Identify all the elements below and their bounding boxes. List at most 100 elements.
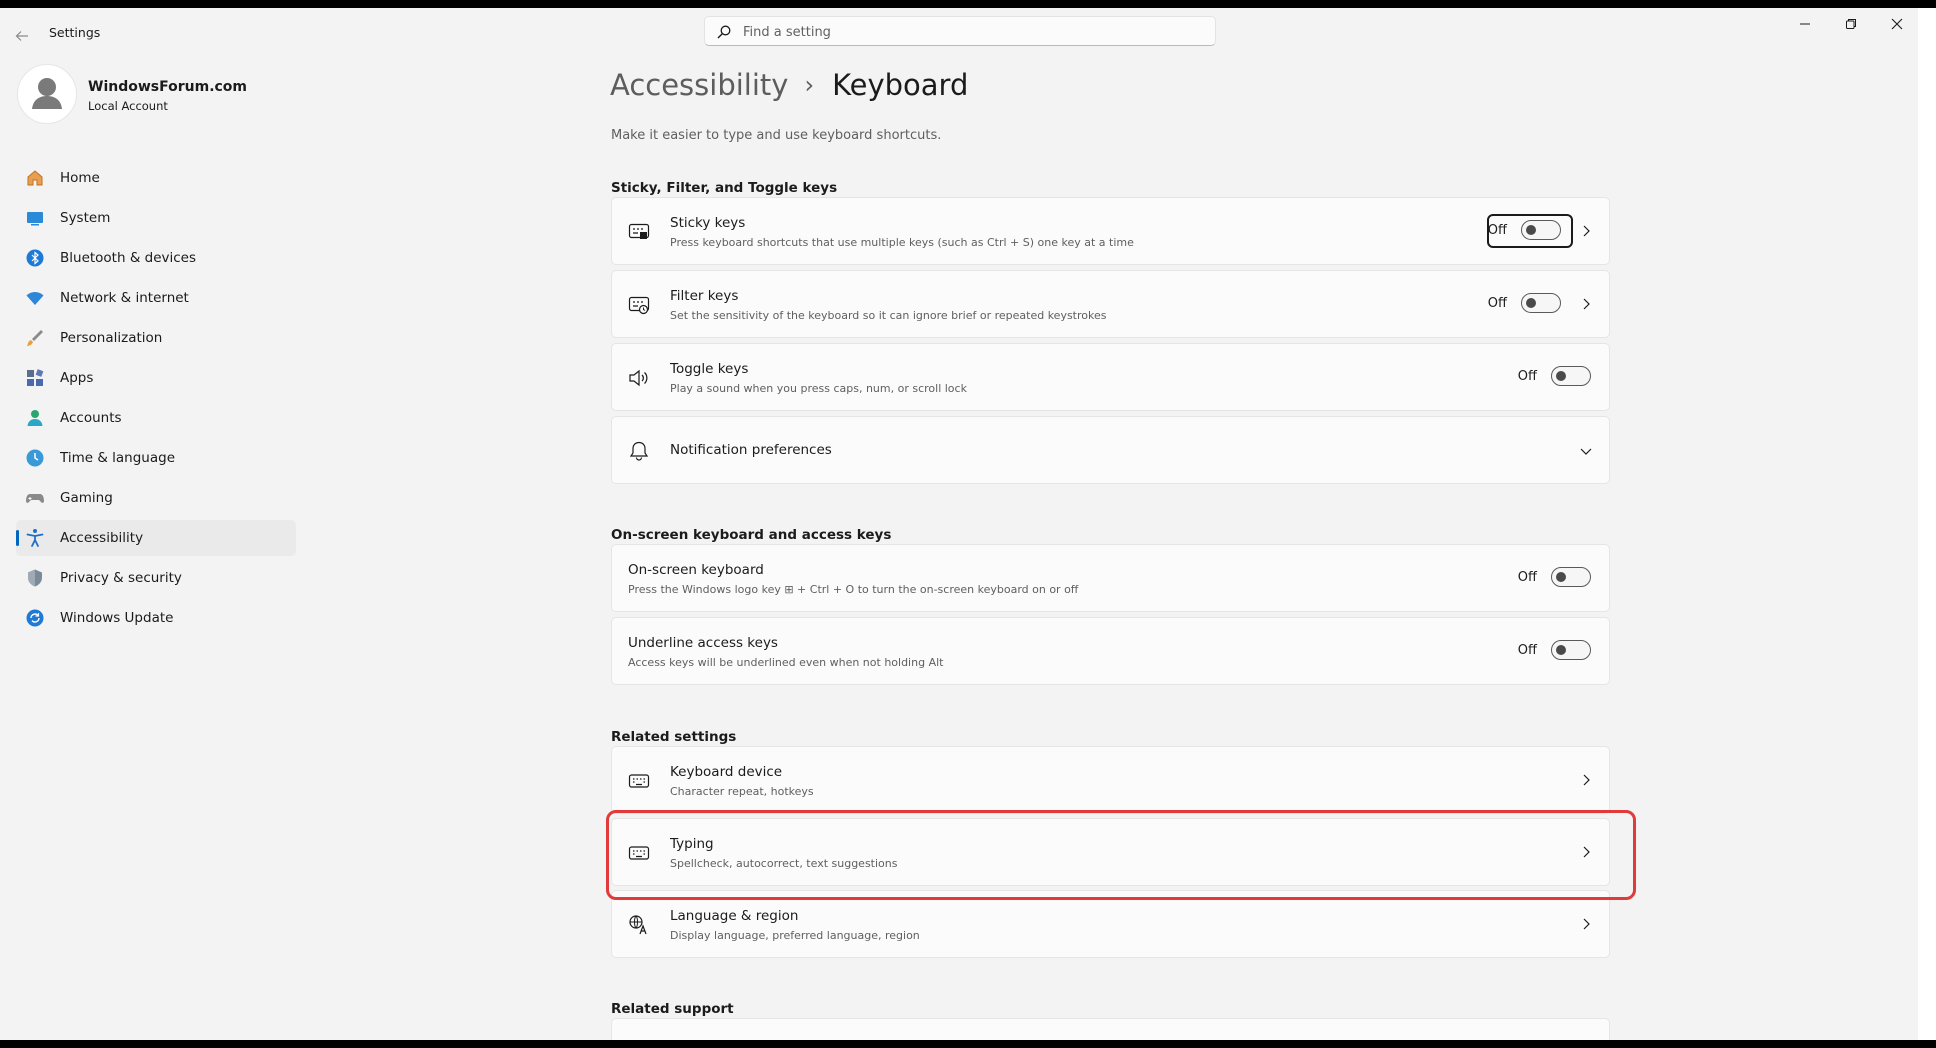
language-icon	[628, 914, 650, 936]
filter-keys-toggle-group: Off	[1488, 293, 1561, 313]
sidebar-item-network[interactable]: Network & internet	[16, 280, 296, 316]
chevron-right-icon[interactable]	[1579, 224, 1593, 238]
keyboard-device-description: Character repeat, hotkeys	[670, 785, 814, 798]
notification-preferences-row[interactable]: Notification preferences	[611, 416, 1610, 484]
underline-access-keys-toggle-state: Off	[1517, 642, 1537, 658]
section-heading-sticky: Sticky, Filter, and Toggle keys	[611, 180, 838, 196]
shield-icon	[25, 568, 45, 588]
section-heading-support: Related support	[611, 1001, 734, 1017]
underline-access-keys-description: Access keys will be underlined even when…	[628, 656, 944, 669]
avatar[interactable]	[17, 64, 77, 124]
filter-keys-toggle-state: Off	[1487, 295, 1507, 311]
account-name: WindowsForum.com	[88, 79, 248, 95]
sidebar-item-home[interactable]: Home	[16, 160, 296, 196]
apps-icon	[25, 368, 45, 388]
on-screen-keyboard-description: Press the Windows logo key ⊞ + Ctrl + O …	[628, 583, 1079, 596]
sidebar-item-gaming[interactable]: Gaming	[16, 480, 296, 516]
keyboard-icon	[628, 770, 650, 792]
section-heading-related: Related settings	[611, 729, 737, 745]
language-region-title: Language & region	[670, 908, 799, 924]
on-screen-keyboard-row[interactable]: On-screen keyboard Press the Windows log…	[611, 544, 1610, 612]
toggle-keys-toggle-state: Off	[1517, 368, 1537, 384]
notification-preferences-title: Notification preferences	[670, 442, 832, 458]
toggle-keys-title: Toggle keys	[670, 361, 749, 377]
typing-highlight-annotation	[606, 810, 1636, 900]
accessibility-icon	[25, 528, 45, 548]
on-screen-keyboard-toggle[interactable]	[1551, 567, 1591, 587]
sidebar-item-personalization[interactable]: Personalization	[16, 320, 296, 356]
sticky-keys-row[interactable]: Sticky keys Press keyboard shortcuts tha…	[611, 197, 1610, 265]
language-region-description: Display language, preferred language, re…	[670, 929, 920, 942]
breadcrumb: Accessibility › Keyboard	[610, 68, 968, 102]
minimize-button[interactable]	[1782, 8, 1828, 40]
related-support-card[interactable]	[611, 1018, 1610, 1040]
sidebar-item-time-language[interactable]: Time & language	[16, 440, 296, 476]
search-input[interactable]	[741, 21, 1205, 43]
minimize-icon	[1800, 23, 1810, 25]
search-icon	[717, 25, 731, 39]
toggle-keys-toggle[interactable]	[1551, 366, 1591, 386]
user-icon	[32, 78, 62, 109]
close-button[interactable]	[1874, 8, 1920, 40]
chevron-right-icon[interactable]	[1579, 773, 1593, 787]
filter-keys-description: Set the sensitivity of the keyboard so i…	[670, 309, 1107, 322]
close-icon	[1891, 18, 1903, 30]
filter-keys-title: Filter keys	[670, 288, 739, 304]
underline-access-keys-row[interactable]: Underline access keys Access keys will b…	[611, 617, 1610, 685]
bluetooth-icon	[25, 248, 45, 268]
sidebar-item-windows-update[interactable]: Windows Update	[16, 600, 296, 636]
sidebar-item-bluetooth[interactable]: Bluetooth & devices	[16, 240, 296, 276]
keyboard-device-row[interactable]: Keyboard device Character repeat, hotkey…	[611, 746, 1610, 814]
sidebar-item-accessibility[interactable]: Accessibility	[16, 520, 296, 556]
settings-window: Settings WindowsForum.com Local Account …	[0, 8, 1936, 1040]
chevron-right-icon: ›	[804, 71, 815, 99]
underline-access-keys-toggle-group: Off	[1518, 640, 1591, 660]
on-screen-keyboard-title: On-screen keyboard	[628, 562, 764, 578]
back-arrow-icon[interactable]	[14, 28, 34, 48]
page-description: Make it easier to type and use keyboard …	[611, 128, 942, 143]
sidebar-item-apps[interactable]: Apps	[16, 360, 296, 396]
underline-access-keys-toggle[interactable]	[1551, 640, 1591, 660]
filter-keys-toggle[interactable]	[1521, 293, 1561, 313]
filter-keys-icon	[628, 294, 650, 316]
on-screen-keyboard-toggle-group: Off	[1518, 567, 1591, 587]
sticky-keys-toggle-group: Off	[1488, 220, 1561, 240]
sticky-keys-description: Press keyboard shortcuts that use multip…	[670, 236, 1134, 249]
on-screen-keyboard-toggle-state: Off	[1517, 569, 1537, 585]
restore-icon	[1846, 19, 1856, 29]
sidebar-item-system[interactable]: System	[16, 200, 296, 236]
app-title: Settings	[49, 25, 101, 40]
toggle-keys-toggle-group: Off	[1518, 366, 1591, 386]
person-icon	[25, 408, 45, 428]
sticky-keys-toggle[interactable]	[1521, 220, 1561, 240]
speaker-icon	[628, 367, 650, 389]
chevron-right-icon[interactable]	[1579, 917, 1593, 931]
chevron-down-icon[interactable]	[1579, 444, 1593, 458]
sticky-keys-toggle-state: Off	[1487, 222, 1507, 238]
system-icon	[25, 208, 45, 228]
sticky-keys-title: Sticky keys	[670, 215, 746, 231]
globe-clock-icon	[25, 448, 45, 468]
bell-icon	[628, 440, 650, 462]
toggle-keys-row[interactable]: Toggle keys Play a sound when you press …	[611, 343, 1610, 411]
sidebar-item-accounts[interactable]: Accounts	[16, 400, 296, 436]
home-icon	[25, 168, 45, 188]
wifi-icon	[25, 288, 45, 308]
restore-button[interactable]	[1828, 8, 1874, 40]
search-box[interactable]	[704, 16, 1216, 46]
language-region-row[interactable]: Language & region Display language, pref…	[611, 890, 1610, 958]
sticky-keys-icon	[628, 221, 650, 243]
underline-access-keys-title: Underline access keys	[628, 635, 778, 651]
toggle-keys-description: Play a sound when you press caps, num, o…	[670, 382, 967, 395]
chevron-right-icon[interactable]	[1579, 297, 1593, 311]
page-title: Keyboard	[832, 68, 969, 102]
keyboard-device-title: Keyboard device	[670, 764, 783, 780]
breadcrumb-parent-link[interactable]: Accessibility	[610, 68, 788, 102]
brush-icon	[25, 328, 45, 348]
account-type: Local Account	[88, 99, 168, 113]
filter-keys-row[interactable]: Filter keys Set the sensitivity of the k…	[611, 270, 1610, 338]
sidebar-nav: Home System Bluetooth & devices Network …	[16, 160, 296, 640]
update-icon	[25, 608, 45, 628]
sidebar-item-privacy[interactable]: Privacy & security	[16, 560, 296, 596]
section-heading-onscreen: On-screen keyboard and access keys	[611, 527, 892, 543]
